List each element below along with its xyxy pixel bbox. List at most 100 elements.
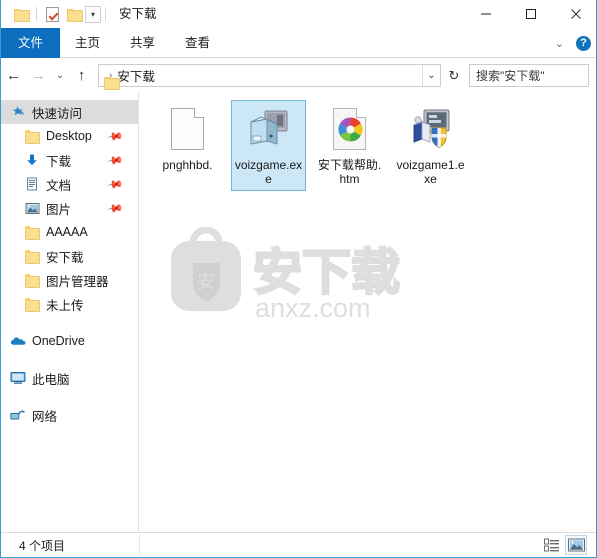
tab-share[interactable]: 共享 <box>115 28 170 58</box>
back-button[interactable]: ← <box>1 63 26 88</box>
status-divider <box>139 535 140 556</box>
sidebar-item-label: 此电脑 <box>32 372 70 387</box>
chevron-down-icon[interactable]: ⌄ <box>552 37 567 50</box>
sidebar-item-label: 未上传 <box>46 298 84 313</box>
svg-text:anxz.com: anxz.com <box>255 293 371 323</box>
recent-locations-icon[interactable]: ⌄ <box>51 63 69 88</box>
file-item[interactable]: voizgame.exe <box>231 100 306 191</box>
installer-shield-icon <box>407 105 455 153</box>
sidebar-item-label: 图片管理器 <box>46 274 109 289</box>
sidebar-item-onedrive[interactable]: OneDrive <box>1 329 138 353</box>
search-box[interactable] <box>469 64 596 87</box>
chevron-down-icon[interactable]: ▾ <box>85 5 101 23</box>
pin-icon[interactable]: 📌 <box>106 199 125 218</box>
file-name: voizgame.exe <box>234 158 303 186</box>
tab-home[interactable]: 主页 <box>60 28 115 58</box>
ribbon-tab-bar: 文件 主页 共享 查看 ⌄ ? <box>1 28 596 58</box>
large-icons-view-icon[interactable] <box>565 535 587 555</box>
this-pc-monitor-icon <box>9 370 27 386</box>
folder-icon <box>23 128 41 144</box>
sidebar-item-label: 文档 <box>46 178 72 193</box>
minimize-button[interactable] <box>463 0 508 28</box>
tab-view[interactable]: 查看 <box>170 28 225 58</box>
sidebar-item-quick-access[interactable]: 快速访问 <box>1 100 138 124</box>
details-view-icon[interactable] <box>541 535 563 555</box>
folder-icon-2[interactable] <box>63 3 85 25</box>
status-bar: 4 个项目 <box>1 532 596 557</box>
sidebar-item-network[interactable]: 网络 <box>1 403 138 427</box>
file-item[interactable]: voizgame1.exe <box>393 100 468 191</box>
sidebar-item-label: 下载 <box>46 154 72 169</box>
blank-document-icon <box>164 105 212 153</box>
file-name: 安下载帮助.htm <box>317 158 382 186</box>
svg-text:安下载: 安下载 <box>253 246 400 300</box>
pictures-icon <box>23 200 41 216</box>
file-name: voizgame1.exe <box>396 158 465 186</box>
file-explorer-window: ▾ 安下载 文件 主页 共享 查看 ⌄ ? ← → ⌄ ↑ › 安下载 ⌄ ↻ … <box>0 0 597 558</box>
sidebar-item-anxiazai[interactable]: 安下载 <box>1 244 138 268</box>
item-count-label: 4 个项目 <box>19 538 66 553</box>
sidebar-item-label: OneDrive <box>32 334 85 348</box>
folder-icon[interactable] <box>10 3 32 25</box>
sidebar-item-picture-manager[interactable]: 图片管理器 <box>1 268 138 292</box>
folder-icon <box>23 296 41 312</box>
downloads-icon <box>23 152 41 168</box>
up-button[interactable]: ↑ <box>69 63 94 88</box>
folder-icon <box>23 248 41 264</box>
file-item[interactable]: pnghhbd. <box>150 100 225 191</box>
file-list-pane[interactable]: 安 安下载 anxz.com pnghhbd. voizgame.exe 安下载… <box>138 92 596 532</box>
ribbon-right-controls: ⌄ ? <box>552 28 591 58</box>
sidebar-item-this-pc[interactable]: 此电脑 <box>1 366 138 390</box>
folder-icon <box>23 224 41 240</box>
sidebar-item-label: Desktop <box>46 129 92 143</box>
tab-file[interactable]: 文件 <box>1 28 61 58</box>
html-chrome-icon <box>326 105 374 153</box>
address-bar[interactable]: › 安下载 ⌄ <box>98 64 441 87</box>
sidebar-item-label: 网络 <box>32 409 58 424</box>
setup-exe-icon <box>245 105 293 153</box>
forward-button[interactable]: → <box>26 63 51 88</box>
sidebar-item-label: 图片 <box>46 202 72 217</box>
sidebar-item-label: 安下载 <box>46 250 84 265</box>
sidebar-item-label: AAAAA <box>46 225 88 239</box>
sidebar-item-aaaaa[interactable]: AAAAA <box>1 220 138 244</box>
svg-text:安: 安 <box>197 272 215 292</box>
window-controls <box>463 0 596 28</box>
star-pin-icon <box>9 104 27 120</box>
sidebar-item-downloads[interactable]: 下载 📌 <box>1 148 138 172</box>
refresh-icon[interactable]: ↻ <box>443 64 465 87</box>
search-input[interactable] <box>470 66 596 85</box>
sidebar-item-pictures[interactable]: 图片 📌 <box>1 196 138 220</box>
maximize-button[interactable] <box>508 0 553 28</box>
quick-access-toolbar: ▾ 安下载 <box>1 0 157 28</box>
sidebar-item-label: 快速访问 <box>32 106 83 121</box>
toolbar-divider-2 <box>105 7 106 21</box>
help-icon[interactable]: ? <box>576 35 591 51</box>
navigation-bar: ← → ⌄ ↑ › 安下载 ⌄ ↻ <box>1 59 596 92</box>
onedrive-cloud-icon <box>9 333 27 349</box>
watermark-logo: 安 安下载 anxz.com <box>171 227 401 323</box>
file-grid: pnghhbd. voizgame.exe 安下载帮助.htm voizgame… <box>139 92 596 193</box>
toolbar-divider <box>36 7 37 21</box>
file-item[interactable]: 安下载帮助.htm <box>312 100 387 191</box>
explorer-body: 快速访问 Desktop 📌 下载 📌 文档 📌 图片 📌 AAAAA 安下载 … <box>1 92 596 532</box>
pin-icon[interactable]: 📌 <box>106 151 125 170</box>
folder-icon <box>23 272 41 288</box>
navigation-pane: 快速访问 Desktop 📌 下载 📌 文档 📌 图片 📌 AAAAA 安下载 … <box>1 92 138 532</box>
pin-icon[interactable]: 📌 <box>106 175 125 194</box>
sidebar-item-not-uploaded[interactable]: 未上传 <box>1 292 138 316</box>
title-bar: ▾ 安下载 <box>1 0 596 28</box>
sidebar-item-documents[interactable]: 文档 📌 <box>1 172 138 196</box>
chevron-down-icon[interactable]: ⌄ <box>422 65 440 86</box>
close-button[interactable] <box>553 0 596 28</box>
properties-icon[interactable] <box>41 3 63 25</box>
address-bar-right: ⌄ <box>422 65 440 86</box>
documents-icon <box>23 176 41 192</box>
sidebar-item-desktop[interactable]: Desktop 📌 <box>1 124 138 148</box>
file-name: pnghhbd. <box>162 158 213 172</box>
pin-icon[interactable]: 📌 <box>106 127 125 146</box>
view-buttons <box>541 535 596 555</box>
window-title: 安下载 <box>119 7 157 21</box>
breadcrumb[interactable]: 安下载 <box>117 66 155 85</box>
network-icon <box>9 407 27 423</box>
